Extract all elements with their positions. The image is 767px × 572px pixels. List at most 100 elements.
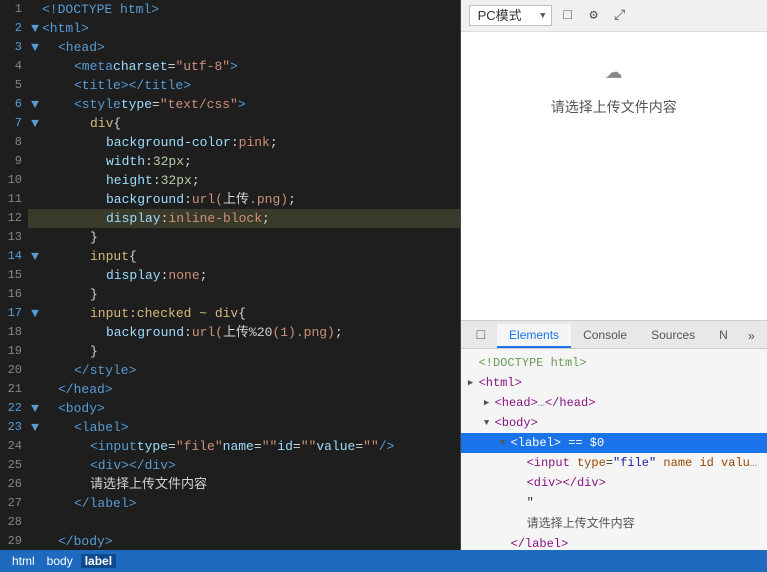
collapse-arrow[interactable]: ▼: [28, 19, 42, 38]
dom-line[interactable]: 请选择上传文件内容: [461, 513, 767, 534]
code-line: 17▼input:checked ~ div{: [0, 304, 460, 323]
code-line: 1 <!DOCTYPE html>: [0, 0, 460, 19]
devtools-tab-n[interactable]: N: [707, 324, 740, 348]
line-gutter: 23: [0, 418, 28, 437]
line-content: <div></div>: [42, 456, 460, 475]
dom-line-content: <body>: [495, 414, 538, 432]
collapse-arrow: [28, 76, 42, 95]
line-content: <head>: [42, 38, 460, 57]
line-gutter: 29: [0, 532, 28, 550]
code-line: 12 display: inline-block;: [0, 209, 460, 228]
devtools-tab-more[interactable]: »: [740, 326, 763, 348]
expand-icon[interactable]: ⤢: [610, 6, 630, 26]
code-line: 3▼<head>: [0, 38, 460, 57]
code-line: 20 </style>: [0, 361, 460, 380]
dom-line-content: <div></div>: [527, 474, 606, 492]
code-line: 23▼<label>: [0, 418, 460, 437]
line-gutter: 27: [0, 494, 28, 513]
dom-tree-toggle[interactable]: ▼: [481, 417, 493, 429]
collapse-arrow[interactable]: ▼: [28, 418, 42, 437]
code-line: 6▼<style type="text/css">: [0, 95, 460, 114]
responsive-icon[interactable]: □: [558, 6, 578, 26]
dom-line[interactable]: ": [461, 493, 767, 513]
code-line: 28: [0, 513, 460, 532]
settings-icon[interactable]: ⚙: [584, 6, 604, 26]
dom-line[interactable]: <input type="file" name id valu…: [461, 453, 767, 473]
code-line: 9 width: 32px;: [0, 152, 460, 171]
dom-tree-toggle[interactable]: ▶: [465, 377, 477, 389]
line-content: height: 32px;: [42, 171, 460, 190]
collapse-arrow: [28, 456, 42, 475]
line-content: <body>: [42, 399, 460, 418]
line-content: div{: [42, 114, 460, 133]
dom-line-content: <head>…</head>: [495, 394, 596, 412]
collapse-arrow: [28, 475, 42, 494]
line-gutter: 12: [0, 209, 28, 228]
dom-line[interactable]: <!DOCTYPE html>: [461, 353, 767, 373]
collapse-arrow: [28, 171, 42, 190]
devtools-tab-elements[interactable]: Elements: [497, 324, 571, 348]
code-line: 26 请选择上传文件内容: [0, 475, 460, 494]
collapse-arrow: [28, 380, 42, 399]
dom-line[interactable]: ▼<label> == $0: [461, 433, 767, 453]
code-line: 24 <input type="file" name="" id="" valu…: [0, 437, 460, 456]
code-line: 29 </body>: [0, 532, 460, 550]
dom-line[interactable]: ▼<body>: [461, 413, 767, 433]
dom-tree-toggle[interactable]: ▼: [497, 437, 509, 449]
status-breadcrumb-label[interactable]: label: [81, 554, 116, 568]
dom-line[interactable]: ▶<head>…</head>: [461, 393, 767, 413]
collapse-arrow[interactable]: ▼: [28, 95, 42, 114]
line-gutter: 24: [0, 437, 28, 456]
code-line: 11 background: url(上传.png);: [0, 190, 460, 209]
collapse-arrow[interactable]: ▼: [28, 38, 42, 57]
collapse-arrow[interactable]: ▼: [28, 114, 42, 133]
collapse-arrow: [28, 190, 42, 209]
line-gutter: 16: [0, 285, 28, 304]
line-gutter: 26: [0, 475, 28, 494]
collapse-arrow[interactable]: ▼: [28, 399, 42, 418]
collapse-arrow: [28, 228, 42, 247]
status-breadcrumb-html[interactable]: html: [8, 554, 39, 568]
line-content: 请选择上传文件内容: [42, 475, 460, 494]
mode-select-wrapper[interactable]: PC模式手机模式平板模式: [469, 5, 552, 26]
mode-select[interactable]: PC模式手机模式平板模式: [469, 5, 552, 26]
collapse-arrow: [28, 532, 42, 550]
collapse-arrow: [28, 494, 42, 513]
dom-tree-toggle[interactable]: ▶: [481, 397, 493, 409]
code-line: 25 <div></div>: [0, 456, 460, 475]
devtools-tab-console[interactable]: Console: [571, 324, 639, 348]
dom-line[interactable]: <div></div>: [461, 473, 767, 493]
code-line: 14▼input{: [0, 247, 460, 266]
dom-line-content: <label> == $0: [511, 434, 605, 452]
code-line: 19 }: [0, 342, 460, 361]
dom-line-content: <!DOCTYPE html>: [479, 354, 587, 372]
line-gutter: 28: [0, 513, 28, 532]
code-line: 2▼<html>: [0, 19, 460, 38]
status-breadcrumb-body[interactable]: body: [43, 554, 77, 568]
line-gutter: 13: [0, 228, 28, 247]
code-line: 4 <meta charset="utf-8">: [0, 57, 460, 76]
dom-line[interactable]: </label>: [461, 534, 767, 550]
line-gutter: 2: [0, 19, 28, 38]
dom-line[interactable]: ▶<html>: [461, 373, 767, 393]
collapse-arrow: [28, 152, 42, 171]
line-content: </body>: [42, 532, 460, 550]
collapse-arrow: [28, 342, 42, 361]
line-content: <title></title>: [42, 76, 460, 95]
devtools-cursor-icon[interactable]: □: [465, 322, 497, 348]
line-content: <input type="file" name="" id="" value="…: [42, 437, 460, 456]
line-content: display: inline-block;: [42, 209, 460, 228]
line-gutter: 11: [0, 190, 28, 209]
collapse-arrow[interactable]: ▼: [28, 304, 42, 323]
status-bar: html body label: [0, 550, 767, 572]
line-gutter: 8: [0, 133, 28, 152]
collapse-arrow[interactable]: ▼: [28, 247, 42, 266]
collapse-arrow: [28, 285, 42, 304]
upload-area: ☁ 请选择上传文件内容: [551, 52, 677, 117]
devtools-tab-sources[interactable]: Sources: [639, 324, 707, 348]
dom-line-content: 请选择上传文件内容: [527, 514, 643, 533]
dom-line-content: <html>: [479, 374, 522, 392]
code-line: 10 height: 32px;: [0, 171, 460, 190]
line-gutter: 21: [0, 380, 28, 399]
preview-area: ☁ 请选择上传文件内容: [461, 32, 767, 320]
